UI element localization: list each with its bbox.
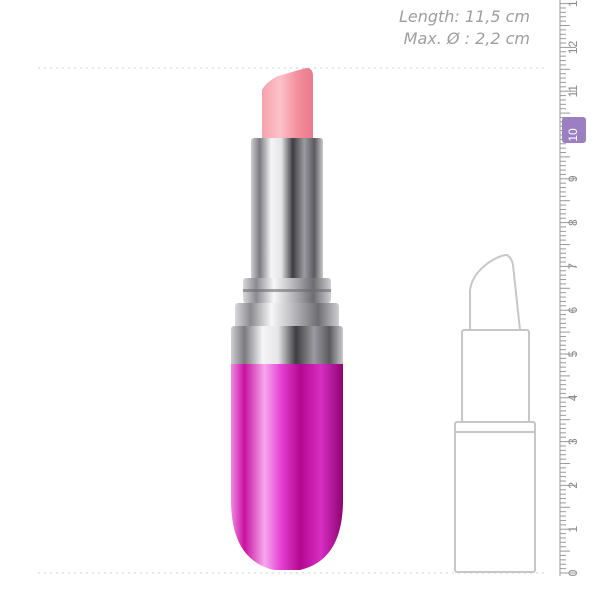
magenta-body [231, 364, 343, 570]
ruler-label: 7 [566, 263, 580, 270]
size-outline-sketch [454, 253, 536, 573]
ruler-label: 11 [566, 85, 580, 98]
product-scene: 01234567891011121 [38, 0, 586, 576]
ruler-label: 10 [566, 128, 580, 142]
ruler: 01234567891011121 [559, 0, 586, 576]
ruler-label: 0 [566, 569, 580, 576]
ruler-label: 4 [566, 394, 580, 401]
ruler-label: 2 [566, 482, 580, 489]
ruler-label: 9 [566, 175, 580, 182]
chrome-upper-tube [251, 138, 323, 280]
ruler-label: 5 [566, 350, 580, 357]
chrome-ring-lower [235, 303, 339, 328]
lipstick-vibrator-image [231, 68, 343, 570]
chrome-collar [231, 326, 343, 366]
lipstick-tip [262, 68, 313, 140]
ruler-label: 8 [566, 219, 580, 226]
ruler-label: 3 [566, 438, 580, 445]
ruler-label: 6 [566, 307, 580, 314]
ruler-label: 1 [566, 0, 580, 7]
ruler-label: 12 [566, 40, 580, 54]
ruler-label: 1 [566, 526, 580, 533]
